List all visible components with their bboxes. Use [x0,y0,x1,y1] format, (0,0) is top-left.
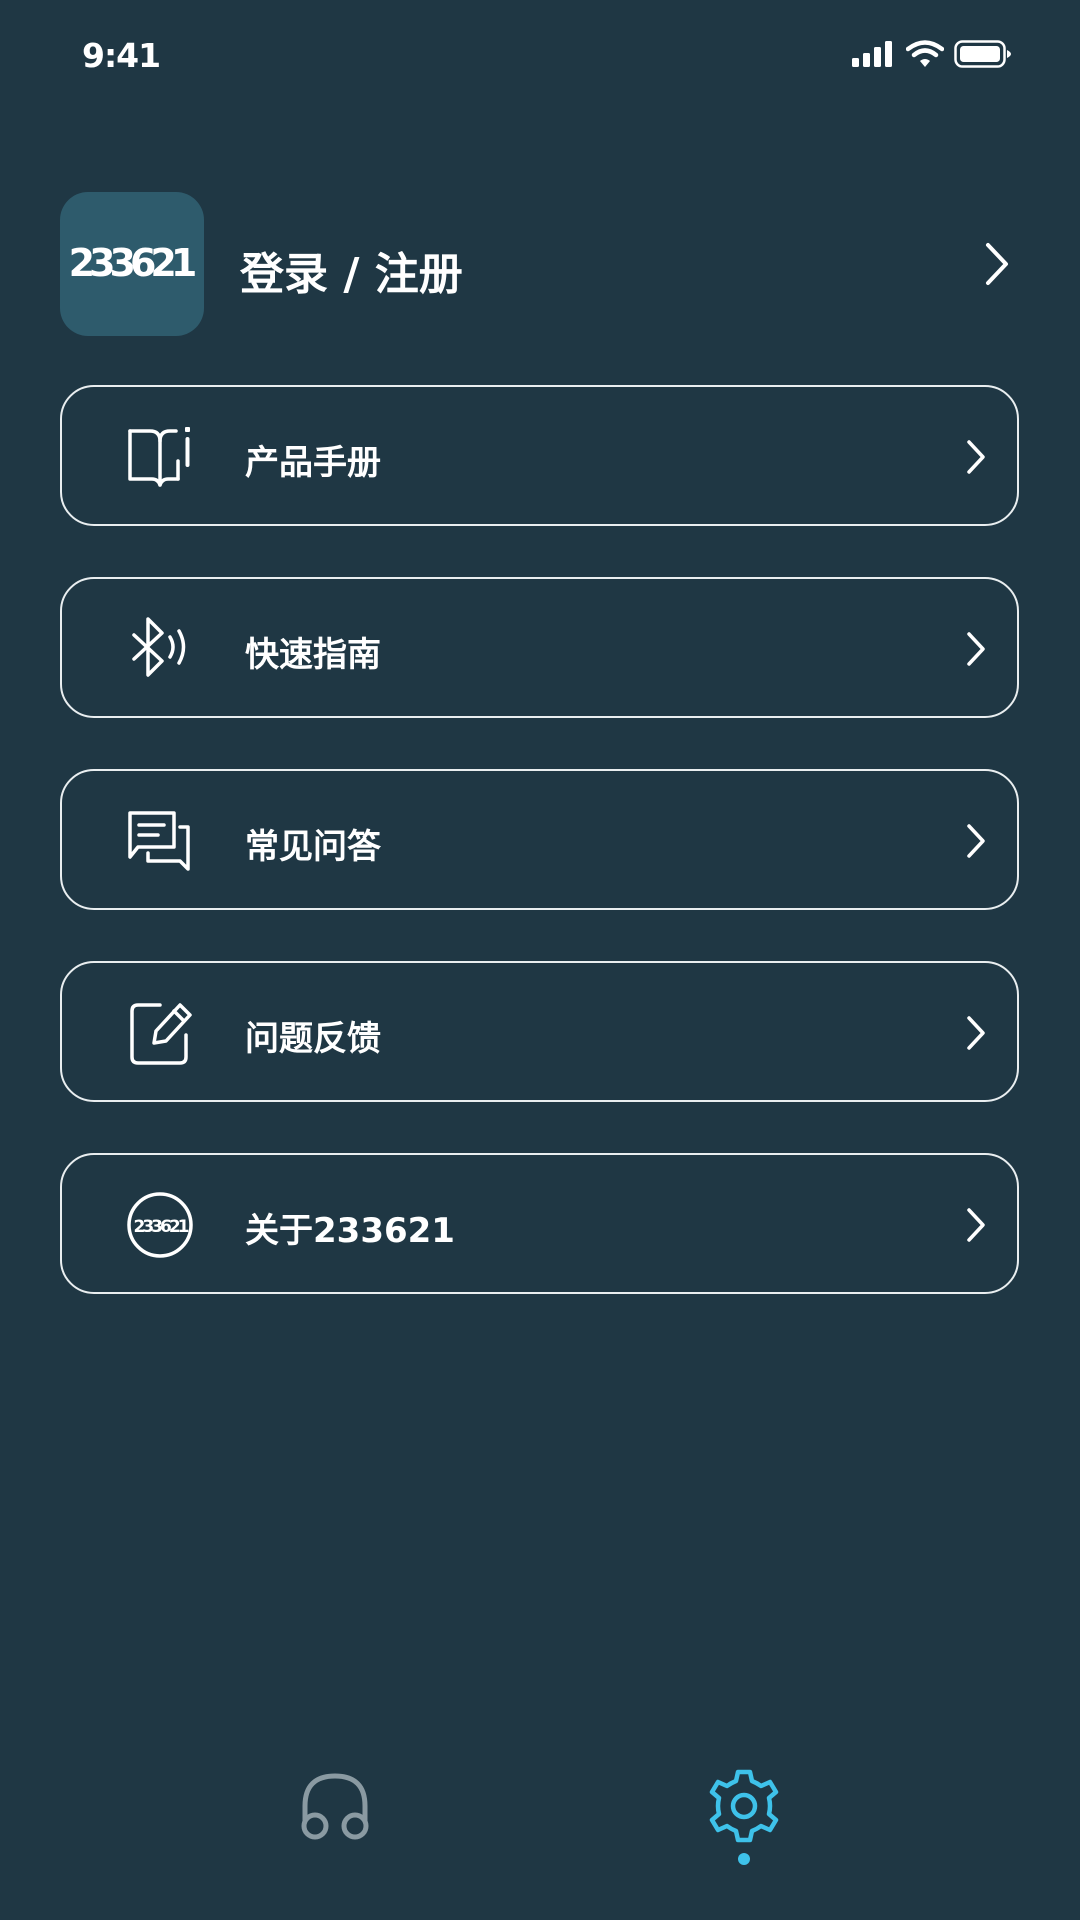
tab-settings[interactable] [694,1766,794,1866]
wifi-icon [906,40,944,67]
menu-item-about[interactable]: 233621 关于233621 [60,1153,1019,1294]
menu-label: 产品手册 [245,443,381,483]
chevron-right-icon [967,1016,985,1050]
chevron-right-icon [967,440,985,474]
chevron-right-icon [967,1208,985,1242]
brand-logo-icon: 233621 [127,1192,193,1258]
signal-icon [852,41,892,67]
book-icon [128,427,190,487]
active-tab-indicator [738,1853,750,1865]
gear-icon [709,1769,779,1843]
menu-item-faq[interactable]: 常见问答 [60,769,1019,910]
status-bar: 9:41 [0,0,1080,110]
chevron-right-icon [967,824,985,858]
menu-label: 问题反馈 [245,1019,381,1059]
menu-label: 快速指南 [245,635,381,675]
login-register-row[interactable]: 233621 登录 / 注册 [60,192,1020,336]
bottom-nav [0,1740,1080,1920]
menu-item-product-manual[interactable]: 产品手册 [60,385,1019,526]
settings-screen: 9:41 233621 登录 / 注册 产品手册 快速指南 常见问答 问题反馈 … [0,0,1080,1920]
status-time: 9:41 [82,36,161,75]
chevron-right-icon [967,632,985,666]
menu-item-quick-guide[interactable]: 快速指南 [60,577,1019,718]
bluetooth-icon [132,617,186,677]
brand-logo-icon: 233621 [69,241,197,285]
svg-text:233621: 233621 [134,1217,189,1237]
battery-icon [954,40,1011,68]
status-icons [852,36,1012,72]
brand-logo-tile: 233621 [60,192,204,336]
menu-item-feedback[interactable]: 问题反馈 [60,961,1019,1102]
edit-icon [130,1003,192,1065]
svg-text:233621: 233621 [69,241,195,285]
login-register-label: 登录 / 注册 [240,249,463,300]
headphones-icon [301,1773,369,1840]
tab-audio[interactable] [285,1766,385,1866]
menu-label: 关于233621 [245,1211,455,1251]
chevron-right-icon [986,243,1008,285]
chat-icon [128,811,190,871]
menu-label: 常见问答 [245,827,381,867]
